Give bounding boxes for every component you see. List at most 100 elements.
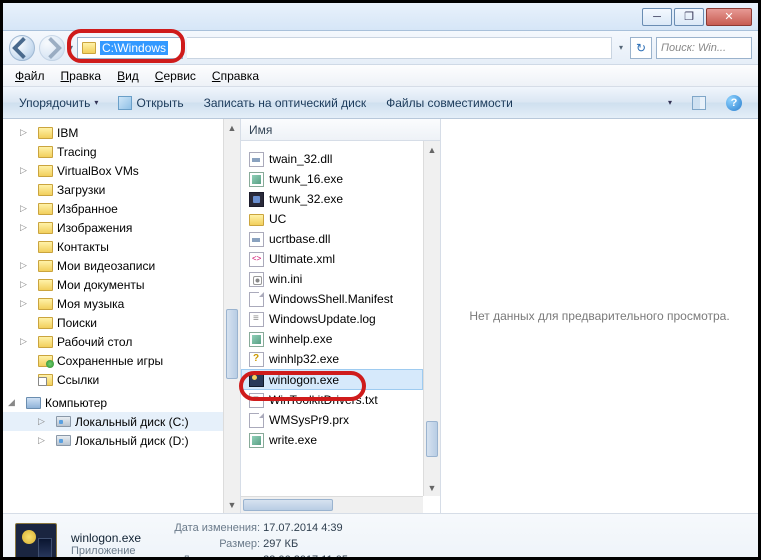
menu-tools[interactable]: Сервис [155,69,196,83]
file-scrollbar-h[interactable] [241,496,423,513]
column-header-name[interactable]: Имя [241,119,440,141]
menu-view[interactable]: Вид [117,69,139,83]
expand-icon[interactable]: ▷ [19,166,28,175]
expand-icon[interactable] [19,147,28,156]
tree-computer[interactable]: ◢ Компьютер [3,393,240,412]
expand-icon[interactable]: ▷ [19,223,28,232]
file-row[interactable]: WindowsShell.Manifest [241,289,423,309]
close-button[interactable]: ✕ [706,8,752,26]
tree-label: Tracing [57,145,97,159]
tree-item[interactable]: Загрузки [3,180,240,199]
file-icon [249,172,264,187]
file-row[interactable]: twain_32.dll [241,149,423,169]
file-row[interactable]: WMSysPr9.prx [241,410,423,430]
expand-icon[interactable] [19,242,28,251]
details-size-label: Размер: [155,536,260,552]
file-label: WindowsShell.Manifest [269,292,393,306]
burn-button[interactable]: Записать на оптический диск [196,94,375,112]
scroll-up-arrow[interactable]: ▲ [224,119,240,136]
file-row[interactable]: ucrtbase.dll [241,229,423,249]
expand-icon[interactable]: ◢ [7,398,16,407]
tree-item[interactable]: ▷Избранное [3,199,240,218]
view-mode-button[interactable]: ▾ [645,95,680,110]
search-input[interactable]: Поиск: Win... [656,37,752,59]
preview-pane-button[interactable] [684,94,714,112]
tree-item[interactable]: ▷Мои видеозаписи [3,256,240,275]
open-button[interactable]: Открыть [110,94,191,112]
help-button[interactable]: ? [718,93,750,113]
tree-item[interactable]: ▷Рабочий стол [3,332,240,351]
file-scrollbar-v[interactable]: ▲ ▼ [423,141,440,496]
expand-icon[interactable]: ▷ [37,417,46,426]
tree-item[interactable]: Tracing [3,142,240,161]
back-button[interactable] [9,35,35,61]
expand-icon[interactable]: ▷ [19,128,28,137]
expand-icon[interactable]: ▷ [19,204,28,213]
expand-icon[interactable]: ▷ [19,299,28,308]
file-row[interactable]: UC [241,209,423,229]
expand-icon[interactable]: ▷ [37,436,46,445]
tree-item[interactable]: ▷ Моя музыка [3,294,240,313]
file-label: WMSysPr9.prx [269,413,349,427]
tree-item[interactable]: Сохраненные игры [3,351,240,370]
file-row-partial[interactable] [241,141,423,149]
tree-label: IBM [57,126,78,140]
tree-drive-c[interactable]: ▷ Локальный диск (C:) [3,412,240,431]
address-dropdown-icon[interactable]: ▾ [619,43,623,52]
file-row[interactable]: twunk_16.exe [241,169,423,189]
tree-item[interactable]: ▷VirtualBox VMs [3,161,240,180]
tree-item[interactable]: ▷Изображения [3,218,240,237]
address-bar[interactable]: C:\Windows [77,37,183,59]
folder-tree[interactable]: ▷ IBM Tracing ▷VirtualBox VMsЗагрузки▷Избра… [3,119,241,513]
tree-scrollbar[interactable]: ▲ ▼ [223,119,240,513]
tree-label: Моя музыка [57,297,124,311]
tree-drive-d[interactable]: ▷ Локальный диск (D:) [3,431,240,450]
file-row[interactable]: winlogon.exe [241,369,423,390]
details-modified-label: Дата изменения: [155,520,260,536]
file-icon [249,413,264,428]
file-icon [249,433,264,448]
address-bar-fill[interactable] [187,37,612,59]
minimize-button[interactable]: ─ [642,8,672,26]
file-row[interactable]: winhelp.exe [241,329,423,349]
scroll-thumb[interactable] [243,499,333,511]
tree-item[interactable]: Контакты [3,237,240,256]
expand-icon[interactable] [19,375,28,384]
menu-file[interactable]: Файл [15,69,45,83]
nav-history-dropdown[interactable]: ▾ [69,43,73,52]
menu-edit[interactable]: Правка [61,69,102,83]
compat-button[interactable]: Файлы совместимости [378,94,521,112]
tree-item[interactable]: Ссылки [3,370,240,389]
file-row[interactable]: WindowsUpdate.log [241,309,423,329]
expand-icon[interactable] [19,356,28,365]
expand-icon[interactable]: ▷ [19,261,28,270]
scroll-thumb[interactable] [426,421,438,457]
tree-item[interactable]: Поиски [3,313,240,332]
expand-icon[interactable] [19,185,28,194]
file-row[interactable]: twunk_32.exe [241,189,423,209]
menu-help[interactable]: Справка [212,69,259,83]
scroll-thumb[interactable] [226,309,238,379]
expand-icon[interactable] [19,318,28,327]
folder-icon [38,317,53,329]
tree-item[interactable]: ▷ IBM [3,123,240,142]
scroll-down-arrow[interactable]: ▼ [224,496,240,513]
refresh-button[interactable]: ↻ [630,37,652,59]
expand-icon[interactable]: ▷ [19,280,28,289]
organize-button[interactable]: Упорядочить▾ [11,94,106,112]
file-row[interactable]: write.exe [241,430,423,450]
expand-icon[interactable]: ▷ [19,337,28,346]
file-row[interactable]: win.ini [241,269,423,289]
forward-button[interactable] [39,35,65,61]
scroll-up-arrow[interactable]: ▲ [424,141,440,158]
view-grid-icon [653,97,664,108]
file-list[interactable]: twain_32.dlltwunk_16.exetwunk_32.exeUCuc… [241,141,423,496]
file-row[interactable]: winhlp32.exe [241,349,423,369]
file-row[interactable]: Ultimate.xml [241,249,423,269]
tree-label: Сохраненные игры [57,354,163,368]
scroll-down-arrow[interactable]: ▼ [424,479,440,496]
maximize-button[interactable]: ❐ [674,8,704,26]
file-row[interactable]: WinToolkitDrivers.txt [241,390,423,410]
tree-item[interactable]: ▷Мои документы [3,275,240,294]
tree-label: Локальный диск (C:) [75,415,189,429]
